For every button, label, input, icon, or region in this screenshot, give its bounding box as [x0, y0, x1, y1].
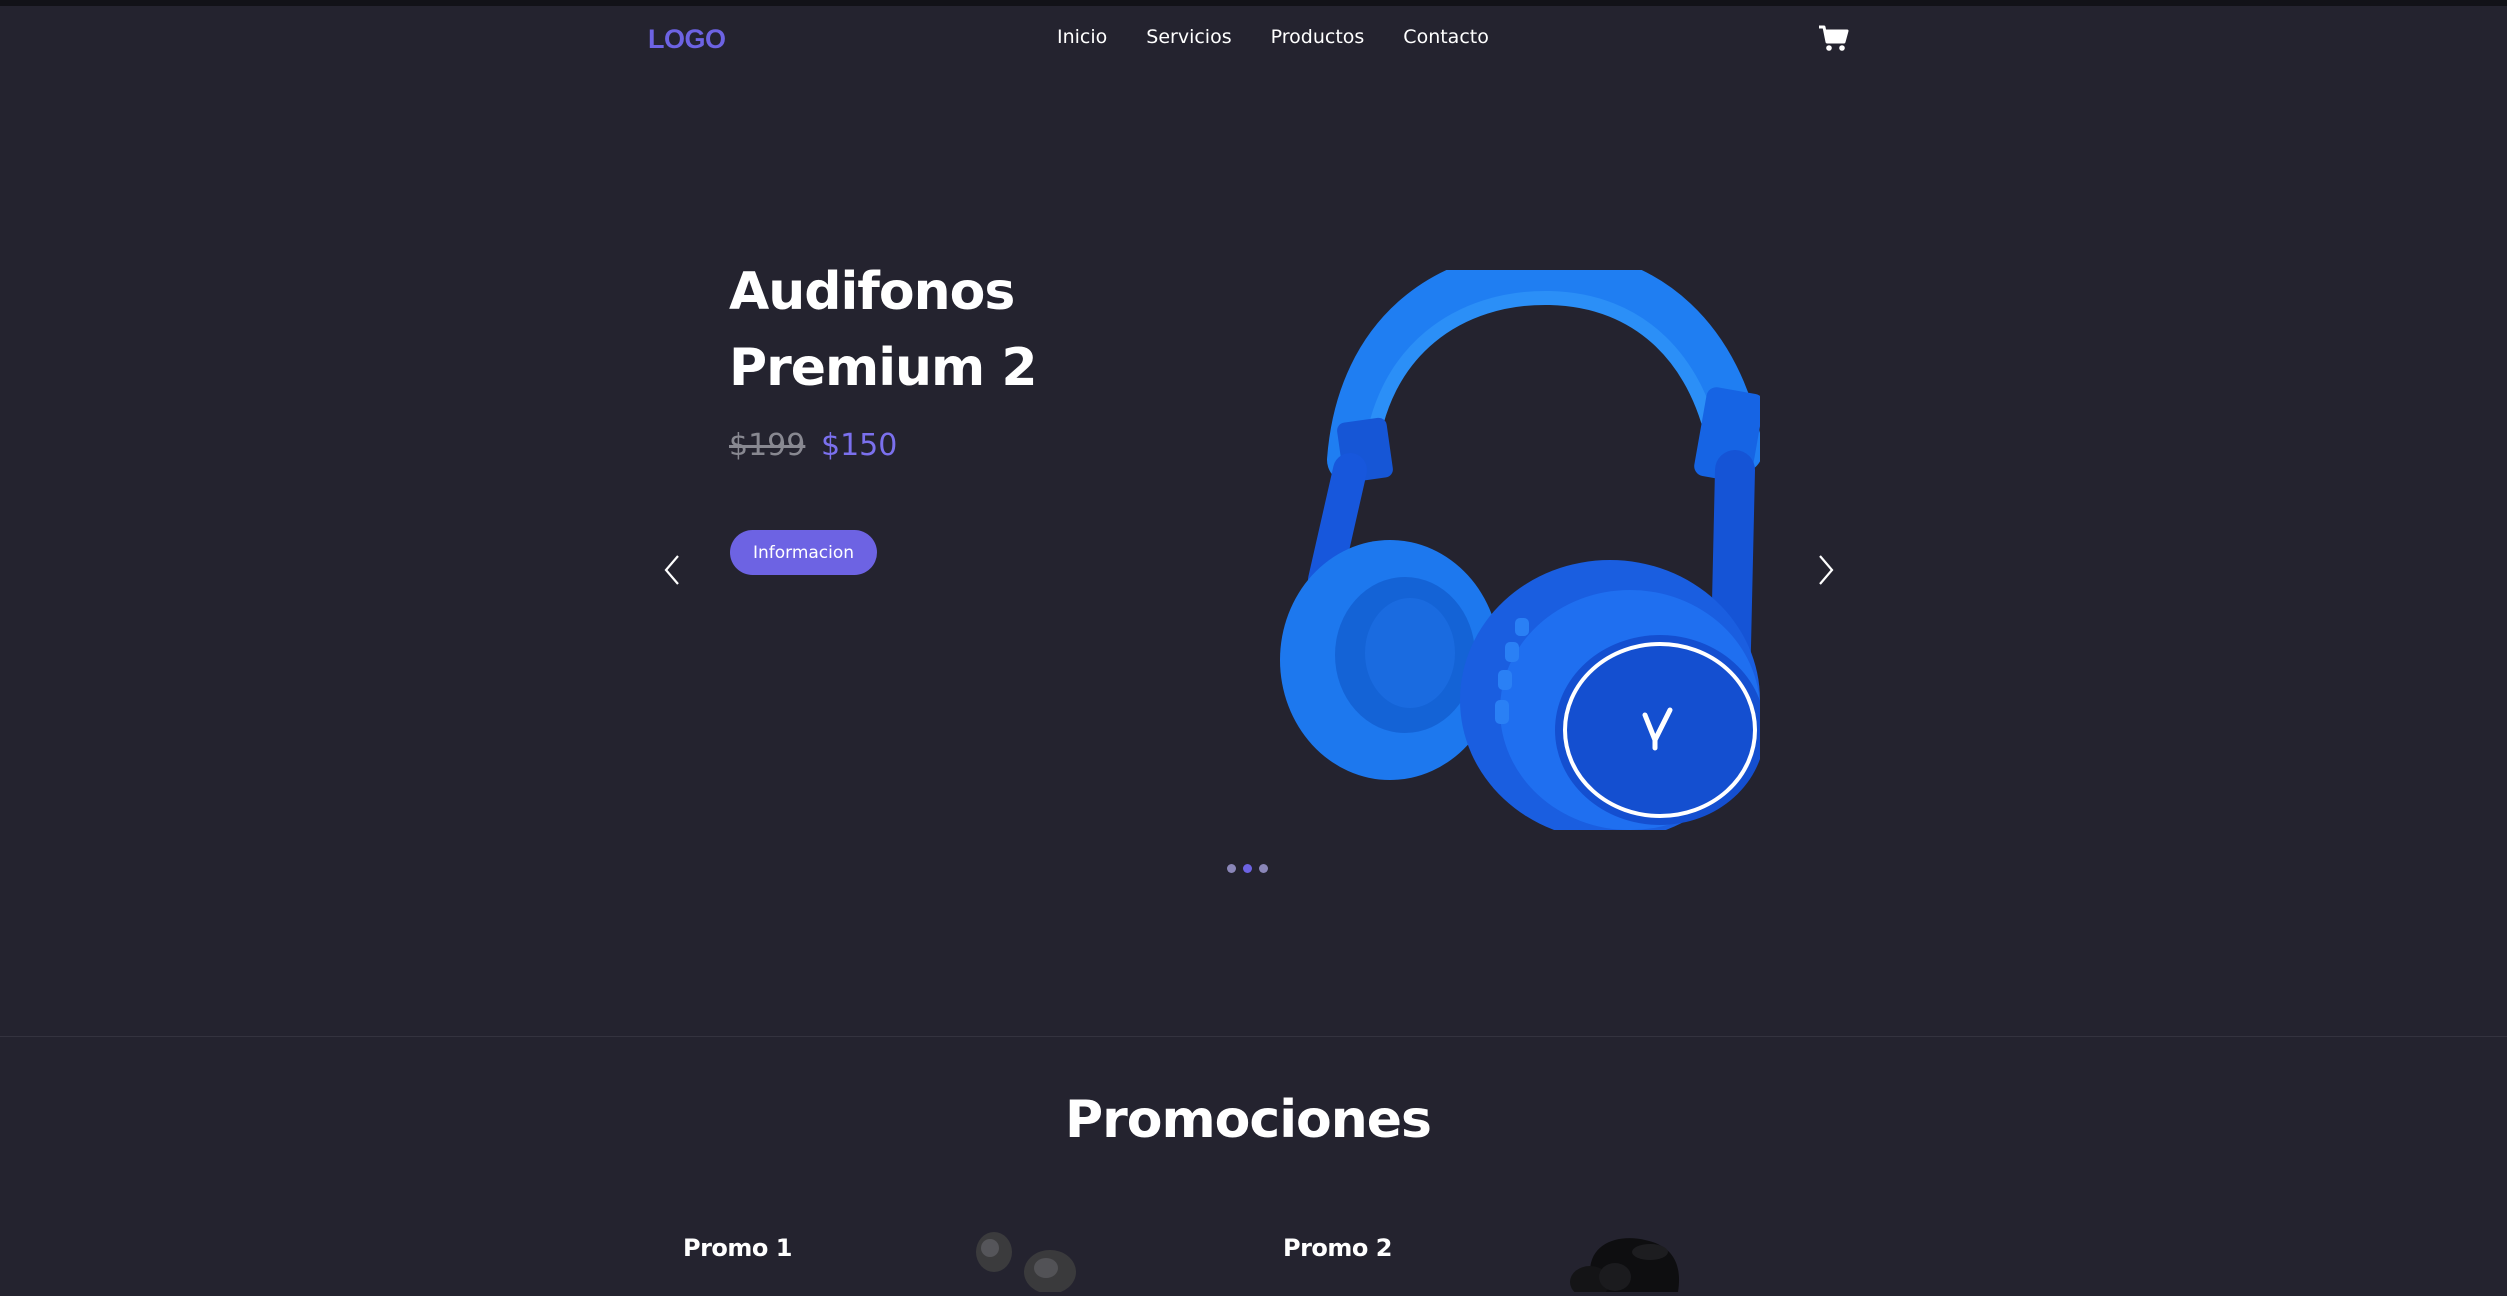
promo-1-image: [970, 1230, 1090, 1294]
carousel-indicators: [1227, 864, 1268, 873]
hero-carousel: Audifonos Premium 2 $199 $150 Informacio…: [0, 70, 2507, 1036]
logo[interactable]: LOGO: [648, 24, 726, 55]
hero-title: Audifonos Premium 2: [729, 262, 1038, 398]
chevron-right-icon[interactable]: [1810, 550, 1840, 590]
nav-link-servicios[interactable]: Servicios: [1146, 26, 1231, 48]
promo-2-image: [1560, 1232, 1690, 1296]
slide-dot-2[interactable]: [1243, 864, 1252, 873]
nav-link-productos[interactable]: Productos: [1271, 26, 1365, 48]
old-price: $199: [729, 428, 806, 463]
promotions-title: Promociones: [1065, 1090, 1432, 1150]
nav-links: Inicio Servicios Productos Contacto: [1057, 26, 1528, 48]
cart-icon[interactable]: [1817, 22, 1851, 56]
navbar: LOGO Inicio Servicios Productos Contacto: [0, 6, 2507, 70]
chevron-left-icon[interactable]: [658, 550, 688, 590]
slide-dot-3[interactable]: [1259, 864, 1268, 873]
nav-link-contacto[interactable]: Contacto: [1403, 26, 1489, 48]
promo-1-label: Promo 1: [683, 1234, 792, 1262]
info-button[interactable]: Informacion: [730, 530, 877, 575]
slide-dot-1[interactable]: [1227, 864, 1236, 873]
section-divider: [0, 1036, 2507, 1037]
headphones-image: [1280, 248, 1765, 840]
new-price: $150: [821, 428, 898, 463]
nav-link-inicio[interactable]: Inicio: [1057, 26, 1107, 48]
promo-2-label: Promo 2: [1283, 1234, 1392, 1262]
